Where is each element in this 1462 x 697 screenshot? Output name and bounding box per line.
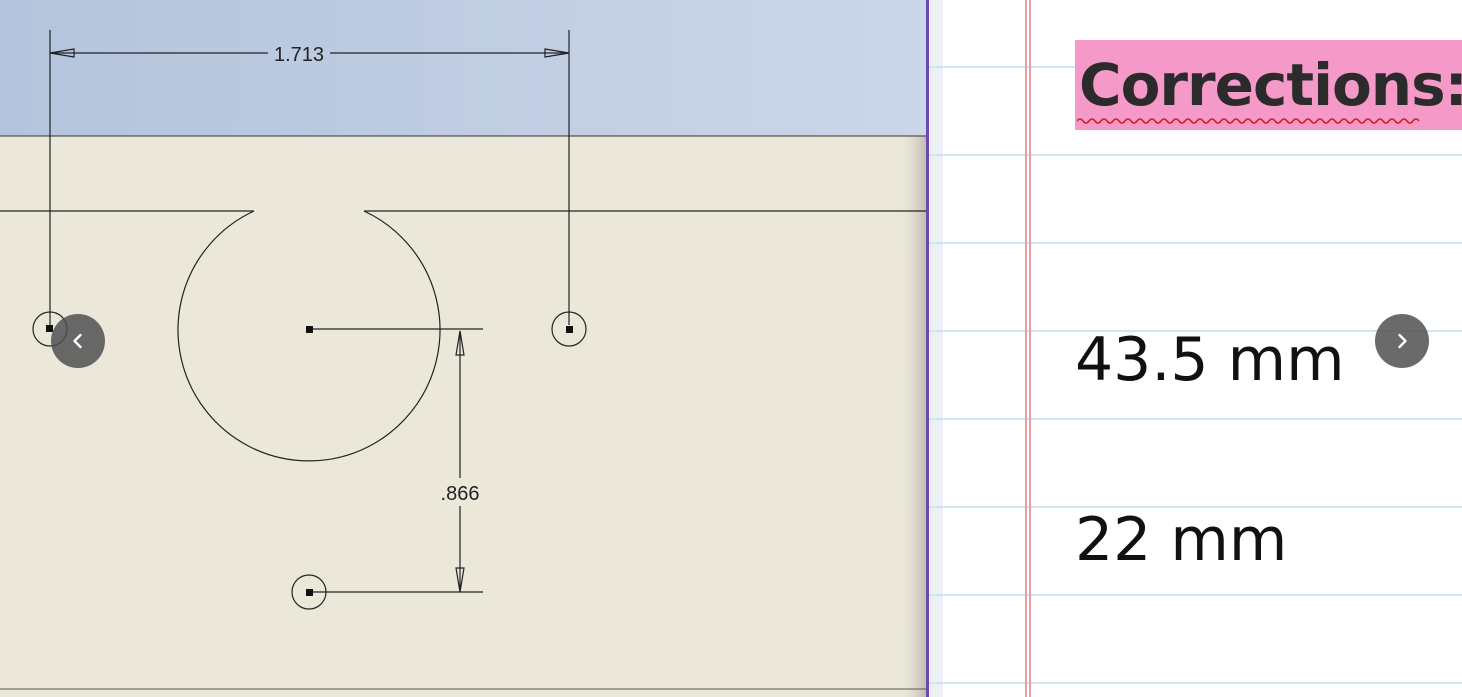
correction-value-1: 43.5 mm xyxy=(1075,325,1345,395)
ruled-line xyxy=(929,594,1462,596)
chevron-left-icon xyxy=(73,333,82,349)
drawing-sheet xyxy=(0,136,928,697)
chevron-right-icon xyxy=(1398,333,1407,349)
arc-center-point xyxy=(306,326,313,333)
ruled-line xyxy=(929,682,1462,684)
sheet-edge-shadow xyxy=(898,136,928,697)
next-button[interactable] xyxy=(1375,314,1429,368)
previous-button[interactable] xyxy=(51,314,105,368)
dimension-vertical-label: .866 xyxy=(441,483,480,505)
margin-line xyxy=(1025,0,1027,697)
ruled-line xyxy=(929,418,1462,420)
dimension-horizontal-label: 1.713 xyxy=(274,44,324,66)
correction-value-2: 22 mm xyxy=(1075,505,1288,575)
ruled-line xyxy=(929,242,1462,244)
background-sky xyxy=(0,0,928,136)
spellcheck-underline xyxy=(1077,118,1420,124)
page-binding-shade xyxy=(929,0,943,697)
ruled-line xyxy=(929,154,1462,156)
cad-drawing-view: 1.713 .866 xyxy=(0,0,928,697)
margin-line xyxy=(1029,0,1031,697)
